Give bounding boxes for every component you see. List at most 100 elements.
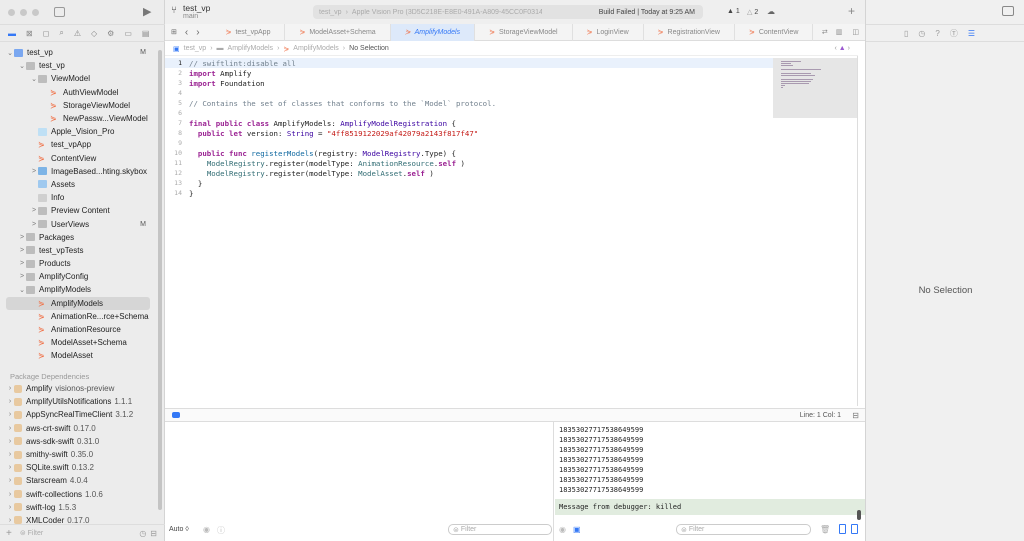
show-console-icon[interactable] xyxy=(851,524,858,534)
editor-tab[interactable]: ⋟ AmplifyModels xyxy=(390,23,476,41)
help-inspector-icon[interactable]: ? xyxy=(935,29,939,38)
variables-mode-select[interactable]: Auto ◊ xyxy=(169,526,189,533)
package-item[interactable]: › Starscream 4.0.4 xyxy=(0,474,158,487)
disclosure-chevron-icon[interactable]: › xyxy=(6,451,14,458)
file-tree-item[interactable]: > test_vpTests xyxy=(0,244,158,257)
project-navigator-icon[interactable]: ▬ xyxy=(8,29,16,38)
package-item[interactable]: › AmplifyUtilsNotifications 1.1.1 xyxy=(0,395,158,408)
breadcrumb-item[interactable]: test_vp xyxy=(184,45,207,52)
identity-inspector-icon[interactable]: Ⓣ xyxy=(950,28,958,39)
disclosure-chevron-icon[interactable]: > xyxy=(18,260,26,267)
file-tree-item[interactable]: ⌄ ViewModel xyxy=(0,72,158,85)
minimize-window-button[interactable] xyxy=(20,9,27,16)
disclosure-chevron-icon[interactable]: › xyxy=(6,398,14,405)
bookmark-icon[interactable]: ◻ xyxy=(43,29,50,38)
source-control-icon[interactable]: ⊠ xyxy=(26,29,33,38)
file-tree-item[interactable]: ⋟ AmplifyModels xyxy=(6,296,150,310)
console-output[interactable]: 18353027717538649599 18353027717538649599… xyxy=(555,422,865,541)
warning-count[interactable]: △ 2 xyxy=(747,8,758,16)
activity-view[interactable]: test_vp › Apple Vision Pro (3D5C218E-E8E0… xyxy=(313,5,703,19)
package-item[interactable]: › AppSyncRealTimeClient 3.1.2 xyxy=(0,408,158,421)
file-tree-item[interactable]: > Packages xyxy=(0,231,158,244)
disclosure-chevron-icon[interactable]: › xyxy=(6,438,14,445)
disclosure-chevron-icon[interactable]: › xyxy=(6,425,14,432)
file-tree-item[interactable]: Apple_Vision_Pro xyxy=(0,125,158,138)
breadcrumb-item[interactable]: AmplifyModels xyxy=(293,45,339,52)
toggle-inspector-icon[interactable] xyxy=(1002,6,1014,16)
file-tree-item[interactable]: ⋟ ModelAsset xyxy=(0,349,158,362)
history-inspector-icon[interactable]: ◷ xyxy=(918,29,925,38)
toggle-sidebar-icon[interactable] xyxy=(54,7,65,17)
editor-options-icon[interactable]: ▥ xyxy=(832,28,847,36)
package-item[interactable]: › Amplify visionos-preview xyxy=(0,382,158,395)
file-tree-item[interactable]: Info xyxy=(0,191,158,204)
issue-icon[interactable]: ⚠ xyxy=(74,29,81,38)
console-filter-input[interactable]: ⊜ Filter xyxy=(676,524,811,535)
device-selector[interactable]: Apple Vision Pro (3D5C218E-E8E0-491A-A80… xyxy=(352,9,542,16)
disclosure-chevron-icon[interactable]: ⌄ xyxy=(6,49,14,57)
file-tree-item[interactable]: > ImageBased...hting.skybox xyxy=(0,165,158,178)
file-tree-item[interactable]: ⋟ ModelAsset+Schema xyxy=(0,336,158,349)
add-icon[interactable]: + xyxy=(6,528,12,539)
disclosure-chevron-icon[interactable]: ⌄ xyxy=(18,62,26,70)
back-button[interactable]: ‹ xyxy=(181,27,192,38)
disclosure-chevron-icon[interactable]: › xyxy=(6,464,14,471)
add-tab-button[interactable]: + xyxy=(848,4,855,18)
disclosure-chevron-icon[interactable]: › xyxy=(6,385,14,392)
file-tree-item[interactable]: > AmplifyConfig xyxy=(0,270,158,283)
breakpoint-icon[interactable]: ▭ xyxy=(124,29,132,38)
file-tree-item[interactable]: ⋟ NewPassw...ViewModel xyxy=(0,112,158,125)
zoom-window-button[interactable] xyxy=(32,9,39,16)
search-icon[interactable]: ⌕ xyxy=(59,28,63,38)
info-icon[interactable]: ⓘ xyxy=(217,525,225,536)
editor-tab[interactable]: ⋟ ModelAsset+Schema xyxy=(285,23,391,41)
package-item[interactable]: › swift-collections 1.0.6 xyxy=(0,488,158,501)
split-editor-icon[interactable]: ◫ xyxy=(846,28,865,36)
disclosure-chevron-icon[interactable]: > xyxy=(30,168,38,175)
breadcrumb-item[interactable]: AmplifyModels xyxy=(228,45,274,52)
file-tree-item[interactable]: ⌄ test_vp xyxy=(0,59,158,72)
disclosure-chevron-icon[interactable]: > xyxy=(18,273,26,280)
editor-tab[interactable]: ⋟ RegistrationView xyxy=(644,23,735,41)
project-name[interactable]: test_vp xyxy=(183,3,210,13)
disclosure-chevron-icon[interactable]: ⌄ xyxy=(18,286,26,294)
modified-filter-icon[interactable]: ⊟ xyxy=(150,529,157,538)
show-variables-icon[interactable] xyxy=(839,524,846,534)
package-item[interactable]: › smithy-swift 0.35.0 xyxy=(0,448,158,461)
file-tree-item[interactable]: ⌄ AmplifyModels xyxy=(0,283,158,296)
report-icon[interactable]: ▤ xyxy=(142,29,150,38)
eye-icon[interactable]: ◉ xyxy=(559,525,566,534)
disclosure-chevron-icon[interactable]: > xyxy=(30,221,38,228)
file-tree-item[interactable]: > Products xyxy=(0,257,158,270)
file-tree-item[interactable]: ⋟ ContentView xyxy=(0,152,158,165)
navigator-filter-input[interactable]: ⊜ Filter xyxy=(16,528,116,539)
run-button[interactable]: ▶ xyxy=(143,5,151,18)
debug-area-toggle-icon[interactable] xyxy=(172,412,180,418)
grid-icon[interactable]: ⊞ xyxy=(165,28,181,36)
package-item[interactable]: › aws-sdk-swift 0.31.0 xyxy=(0,435,158,448)
close-window-button[interactable] xyxy=(8,9,15,16)
package-item[interactable]: › swift-log 1.5.3 xyxy=(0,501,158,514)
disclosure-chevron-icon[interactable]: > xyxy=(30,207,38,214)
variables-filter-input[interactable]: ⊜ Filter xyxy=(448,524,552,535)
file-tree-item[interactable]: ⋟ test_vpApp xyxy=(0,138,158,151)
file-tree-item[interactable]: Assets xyxy=(0,178,158,191)
file-tree-item[interactable]: ⌄ test_vp M xyxy=(0,46,158,59)
file-tree-item[interactable]: ⋟ AuthViewModel xyxy=(0,86,158,99)
editor-tab[interactable]: ⋟ ContentView xyxy=(735,23,814,41)
related-items-icon[interactable]: ⇄ xyxy=(818,28,832,36)
disclosure-chevron-icon[interactable]: > xyxy=(18,234,26,241)
file-inspector-icon[interactable]: ▯ xyxy=(904,29,908,38)
disclosure-chevron-icon[interactable]: > xyxy=(18,247,26,254)
branch-name[interactable]: main xyxy=(183,13,198,20)
disclosure-chevron-icon[interactable]: ⌄ xyxy=(30,75,38,83)
debug-icon[interactable]: ⚙ xyxy=(107,29,114,38)
editor-tab[interactable]: ⋟ StorageViewModel xyxy=(475,23,573,41)
issue-navigation[interactable]: ‹ ▲ › xyxy=(835,45,859,52)
breadcrumb-item[interactable]: No Selection xyxy=(349,45,389,52)
attributes-inspector-icon[interactable]: ☰ xyxy=(968,29,975,38)
file-tree-item[interactable]: > UserViews M xyxy=(0,217,158,230)
code-editor[interactable]: 1// swiftlint:disable all 2 import Amplify 3… xyxy=(165,58,773,198)
eye-icon[interactable]: ◉ xyxy=(203,525,210,534)
minimap[interactable] xyxy=(773,58,857,118)
